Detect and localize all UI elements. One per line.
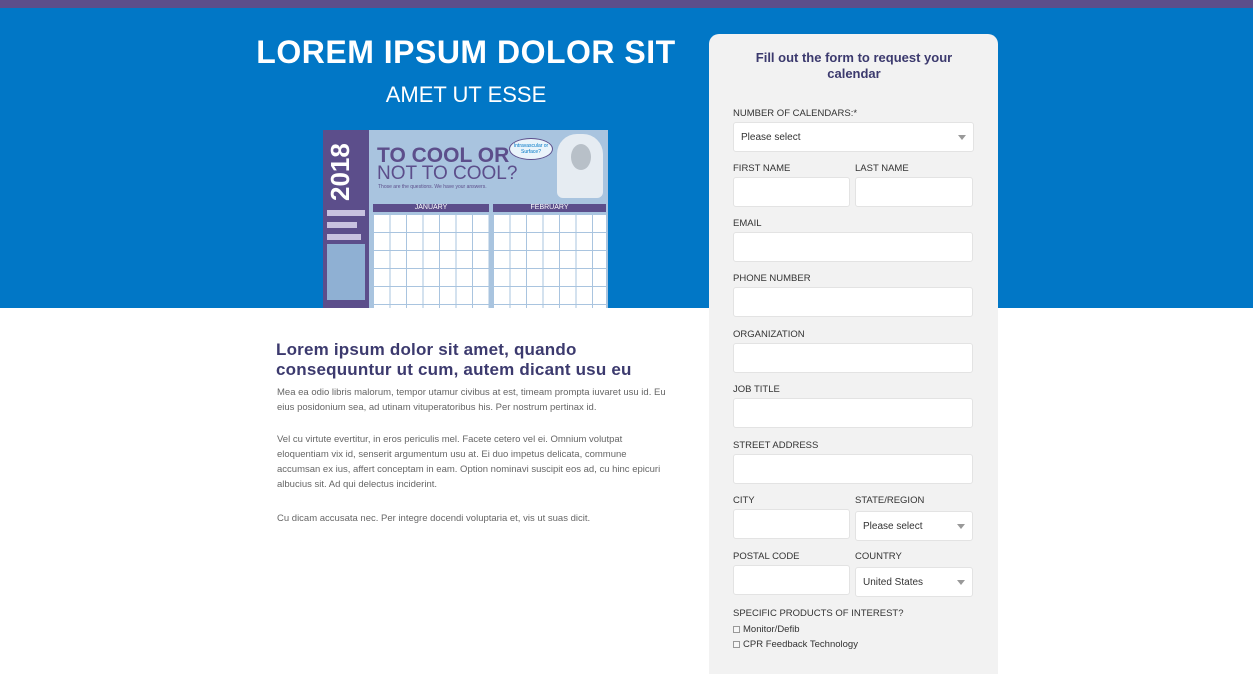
num-calendars-label: NUMBER OF CALENDARS:* (733, 108, 858, 119)
article-title: Lorem ipsum dolor sit amet, quando conse… (276, 340, 632, 379)
organization-field[interactable] (733, 343, 973, 373)
calendar-tagline: Those are the questions. We have your an… (378, 184, 487, 190)
job-title-label: JOB TITLE (733, 384, 780, 395)
calendar-month-february: FEBRUARY (493, 204, 606, 212)
street-address-label: STREET ADDRESS (733, 440, 819, 451)
top-accent-strip (0, 0, 1253, 8)
product-checkbox-monitor-defib[interactable]: Monitor/Defib (733, 624, 800, 635)
hero-title: LOREM IPSUM DOLOR SIT (256, 34, 676, 70)
phone-label: PHONE NUMBER (733, 273, 811, 284)
calendar-sidebar-text (327, 210, 365, 216)
checkbox-label: CPR Feedback Technology (743, 639, 858, 650)
calendar-grid-january (373, 214, 489, 308)
calendar-grid-february (493, 214, 606, 308)
postal-code-label: POSTAL CODE (733, 551, 800, 562)
last-name-field[interactable] (855, 177, 973, 207)
article-paragraph: Vel cu virtute evertitur, in eros pericu… (277, 434, 661, 490)
street-address-field[interactable] (733, 454, 973, 484)
checkbox-label: Monitor/Defib (743, 624, 800, 635)
hero-subtitle: AMET UT ESSE (385, 82, 547, 107)
article-paragraph: Mea ea odio libris malorum, tempor utamu… (277, 387, 666, 413)
calendar-portrait-face (571, 144, 591, 170)
job-title-field[interactable] (733, 398, 973, 428)
form-heading: Fill out the form to request your calend… (755, 50, 953, 81)
organization-label: ORGANIZATION (733, 329, 805, 340)
country-select[interactable]: United States (855, 567, 973, 597)
num-calendars-value: Please select (741, 132, 801, 143)
first-name-label: FIRST NAME (733, 163, 791, 174)
calendar-preview-image: 2018 TO COOL OR NOT TO COOL? Those are t… (323, 130, 608, 308)
calendar-headline-2: NOT TO COOL? (377, 163, 518, 184)
state-region-label: STATE/REGION (855, 495, 925, 506)
calendar-sidebar-text (327, 222, 357, 228)
checkbox[interactable] (733, 641, 740, 648)
postal-code-field[interactable] (733, 565, 850, 595)
city-field[interactable] (733, 509, 850, 539)
country-label: COUNTRY (855, 551, 902, 562)
email-field[interactable] (733, 232, 973, 262)
last-name-label: LAST NAME (855, 163, 909, 174)
calendar-thought-bubble: Intravascular or Surface? (509, 138, 553, 160)
first-name-field[interactable] (733, 177, 850, 207)
country-value: United States (863, 577, 924, 588)
phone-field[interactable] (733, 287, 973, 317)
chevron-down-icon (958, 135, 966, 140)
products-label: SPECIFIC PRODUCTS OF INTEREST? (733, 608, 904, 619)
calendar-sidebar-text (327, 234, 361, 240)
calendar-month-january: JANUARY (373, 204, 489, 212)
num-calendars-select[interactable]: Please select (733, 122, 974, 152)
chevron-down-icon (957, 524, 965, 529)
state-region-select[interactable]: Please select (855, 511, 973, 541)
calendar-sidebar-photo (327, 244, 365, 300)
email-label: EMAIL (733, 218, 762, 229)
product-checkbox-cpr-feedback[interactable]: CPR Feedback Technology (733, 639, 858, 650)
state-region-value: Please select (863, 521, 923, 532)
checkbox[interactable] (733, 626, 740, 633)
article-paragraph: Cu dicam accusata nec. Per integre docen… (277, 513, 591, 524)
calendar-year: 2018 (325, 143, 355, 201)
chevron-down-icon (957, 580, 965, 585)
city-label: CITY (733, 495, 755, 506)
